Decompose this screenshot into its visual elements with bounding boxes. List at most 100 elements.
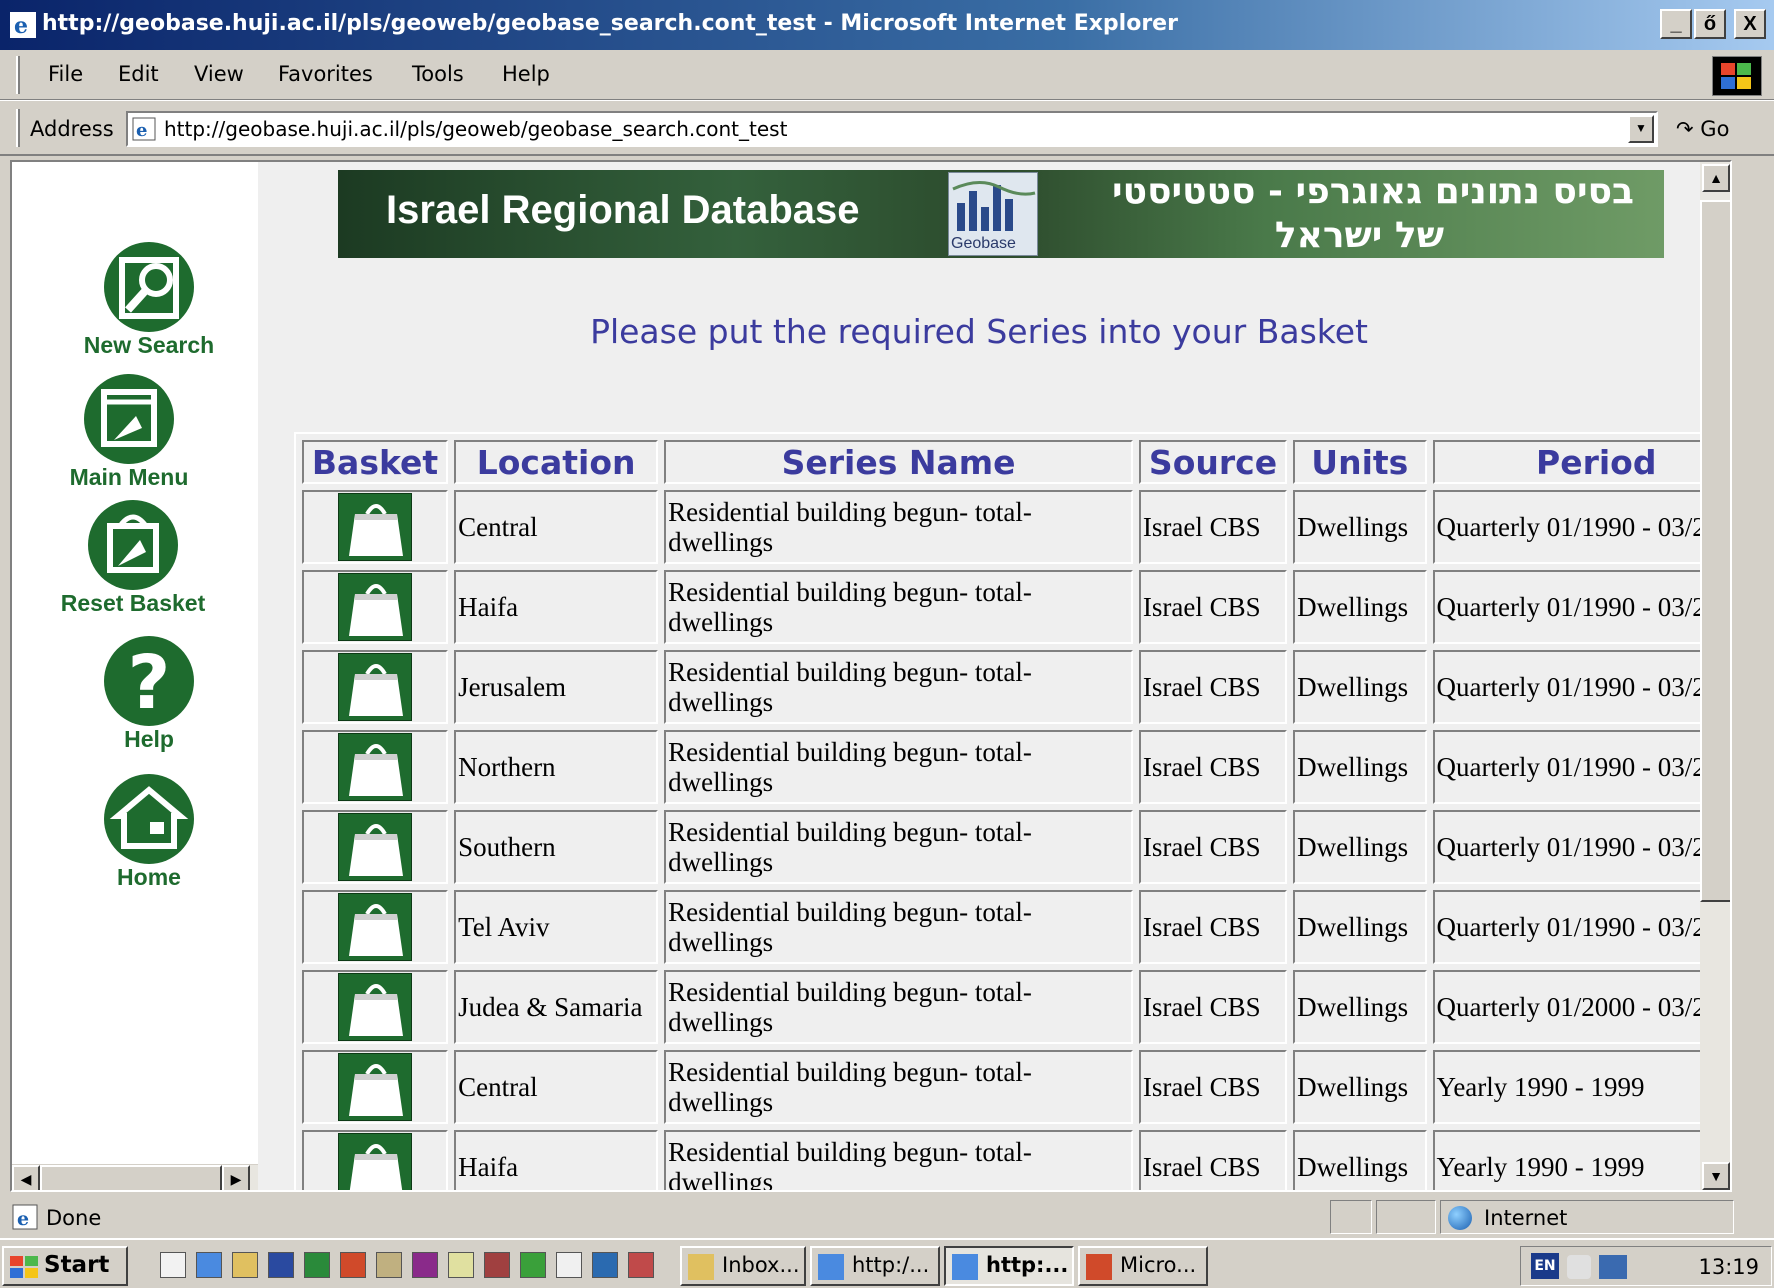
nav-label: New Search (83, 332, 215, 358)
address-dropdown-button[interactable]: ▼ (1628, 115, 1654, 143)
go-button[interactable]: ↷ Go (1676, 117, 1729, 141)
browser-viewport: New Search Main Menu Reset Basket ? Help… (10, 160, 1732, 1192)
vertical-scrollbar[interactable]: ▲ ▼ (1700, 162, 1730, 1190)
nav-help[interactable]: ? Help (64, 636, 234, 753)
menu-favorites[interactable]: Favorites (278, 62, 373, 86)
add-to-basket-button[interactable] (338, 973, 413, 1041)
quicklaunch-excel-icon[interactable] (304, 1252, 330, 1278)
period-cell: Quarterly 01/1990 - 03/2000 (1432, 890, 1730, 964)
nav-main-menu[interactable]: Main Menu (44, 374, 214, 491)
units-cell: Dwellings (1293, 490, 1427, 564)
question-icon: ? (104, 636, 194, 726)
ie-icon (952, 1254, 978, 1280)
scroll-thumb[interactable] (1700, 200, 1730, 902)
close-button[interactable]: X (1734, 9, 1766, 39)
menu-file[interactable]: File (48, 62, 83, 86)
units-cell: Dwellings (1293, 1130, 1427, 1190)
maximize-button[interactable]: ő (1694, 9, 1726, 39)
period-cell: Quarterly 01/1990 - 03/2000 (1432, 730, 1730, 804)
series-name-cell: Residential building begun- total-dwelli… (664, 970, 1133, 1044)
address-input[interactable] (164, 116, 1604, 142)
status-panel (1330, 1200, 1372, 1234)
globe-icon (1448, 1206, 1472, 1230)
network-icon[interactable] (1599, 1255, 1627, 1279)
toolbar-grip[interactable] (16, 56, 20, 94)
quicklaunch-powerpoint-icon[interactable] (340, 1252, 366, 1278)
quicklaunch-tool2-icon[interactable] (628, 1252, 654, 1278)
quicklaunch-people-icon[interactable] (520, 1252, 546, 1278)
add-to-basket-button[interactable] (338, 813, 413, 881)
left-frame-horizontal-scrollbar[interactable]: ◀ ▶ (12, 1164, 258, 1190)
add-to-basket-button[interactable] (338, 893, 413, 961)
scroll-right-button[interactable]: ▶ (222, 1165, 250, 1190)
add-to-basket-button[interactable] (338, 1053, 413, 1121)
source-cell: Israel CBS (1138, 570, 1288, 644)
svg-text:e: e (17, 1208, 29, 1230)
units-cell: Dwellings (1293, 1050, 1427, 1124)
language-indicator[interactable]: EN (1531, 1253, 1559, 1279)
units-cell: Dwellings (1293, 890, 1427, 964)
scroll-thumb[interactable] (40, 1165, 222, 1190)
scroll-left-button[interactable]: ◀ (12, 1165, 40, 1190)
windows-flag-icon (10, 1256, 38, 1278)
quicklaunch-access-icon[interactable] (484, 1252, 510, 1278)
speaker-icon[interactable] (1567, 1255, 1591, 1279)
address-box[interactable]: e ▼ (126, 111, 1658, 147)
instruction-text: Please put the required Series into your… (590, 312, 1368, 351)
quicklaunch-desktop-icon[interactable] (160, 1252, 186, 1278)
basket-cell (302, 810, 449, 884)
address-bar: Address e ▼ ↷ Go (0, 100, 1774, 156)
start-label: Start (44, 1252, 110, 1278)
period-cell: Quarterly 01/1990 - 03/2000 (1432, 490, 1730, 564)
location-cell: Central (454, 490, 659, 564)
menu-tools[interactable]: Tools (412, 62, 464, 86)
location-cell: Southern (454, 810, 659, 884)
minimize-button[interactable]: _ (1660, 9, 1692, 39)
clock: 13:19 (1698, 1255, 1759, 1279)
series-name-cell: Residential building begun- total-dwelli… (664, 730, 1133, 804)
period-cell: Yearly 1990 - 1999 (1432, 1050, 1730, 1124)
quicklaunch-save-icon[interactable] (412, 1252, 438, 1278)
table-row: Central Residential building begun- total… (302, 490, 1730, 564)
nav-home[interactable]: Home (64, 774, 234, 891)
menu-edit[interactable]: Edit (118, 62, 159, 86)
source-cell: Israel CBS (1138, 810, 1288, 884)
window-title: http://geobase.huji.ac.il/pls/geoweb/geo… (42, 11, 1178, 36)
table-header-row: Basket Location Series Name Source Units… (302, 440, 1730, 484)
quicklaunch-app-icon[interactable] (592, 1252, 618, 1278)
toolbar-grip[interactable] (16, 109, 20, 147)
security-zone: Internet (1484, 1206, 1568, 1230)
quicklaunch-ie-icon[interactable] (196, 1252, 222, 1278)
source-cell: Israel CBS (1138, 1050, 1288, 1124)
task-powerpoint[interactable]: Micro... (1078, 1246, 1208, 1286)
menu-help[interactable]: Help (502, 62, 550, 86)
nav-reset-basket[interactable]: Reset Basket (48, 500, 218, 617)
start-button[interactable]: Start (2, 1246, 128, 1286)
scroll-down-button[interactable]: ▼ (1702, 1162, 1730, 1190)
add-to-basket-button[interactable] (338, 1133, 413, 1190)
scroll-up-button[interactable]: ▲ (1702, 164, 1730, 192)
powerpoint-icon (1086, 1254, 1112, 1280)
period-cell: Quarterly 01/2000 - 03/2000 (1432, 970, 1730, 1044)
system-tray: EN 13:19 (1520, 1246, 1772, 1286)
menu-view[interactable]: View (194, 62, 244, 86)
units-cell: Dwellings (1293, 730, 1427, 804)
quicklaunch-outlook-icon[interactable] (232, 1252, 258, 1278)
task-browser-1[interactable]: http:/... (810, 1246, 940, 1286)
reset-icon (88, 500, 178, 590)
task-browser-2[interactable]: http:... (944, 1246, 1074, 1286)
quicklaunch-word-icon[interactable] (268, 1252, 294, 1278)
nav-new-search[interactable]: New Search (64, 242, 234, 359)
table-row: Jerusalem Residential building begun- tot… (302, 650, 1730, 724)
add-to-basket-button[interactable] (338, 573, 413, 641)
task-inbox[interactable]: Inbox... (680, 1246, 806, 1286)
add-to-basket-button[interactable] (338, 653, 413, 721)
quicklaunch-pin-icon[interactable] (556, 1252, 582, 1278)
add-to-basket-button[interactable] (338, 493, 413, 561)
quicklaunch-tool-icon[interactable] (376, 1252, 402, 1278)
add-to-basket-button[interactable] (338, 733, 413, 801)
header-units: Units (1293, 440, 1427, 484)
table-body: Central Residential building begun- total… (302, 490, 1730, 1190)
left-nav-frame: New Search Main Menu Reset Basket ? Help… (12, 162, 258, 1190)
quicklaunch-edit-icon[interactable] (448, 1252, 474, 1278)
